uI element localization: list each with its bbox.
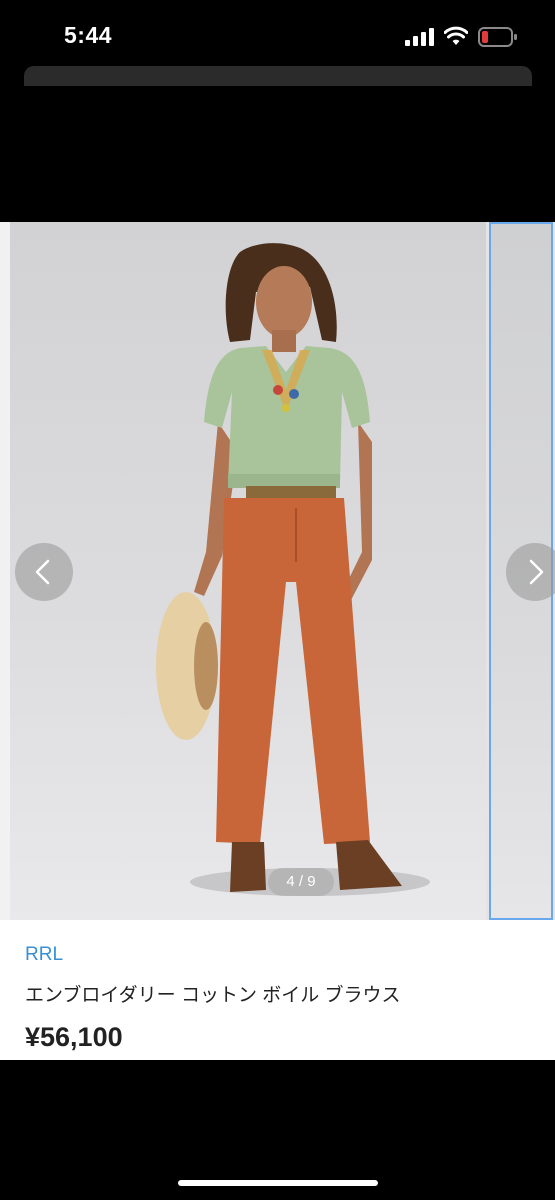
chevron-right-icon (529, 559, 544, 585)
product-price: ¥56,100 (25, 1022, 123, 1052)
brand-link[interactable]: RRL (25, 944, 63, 966)
signal-icon (405, 28, 434, 46)
previous-image-button[interactable] (15, 543, 73, 601)
next-image-button[interactable] (506, 543, 555, 601)
image-counter: 4 / 9 (268, 868, 334, 896)
previous-slide[interactable] (0, 222, 10, 920)
product-photo[interactable]: 4 / 9 (10, 222, 486, 920)
status-bar: 5:44 (0, 0, 555, 70)
status-time: 5:44 (64, 22, 113, 48)
sheet-grabber[interactable] (24, 66, 532, 86)
home-indicator[interactable] (178, 1180, 378, 1186)
image-gallery[interactable]: 4 / 9 (0, 222, 555, 920)
model-photo (156, 243, 430, 896)
battery-low-icon (478, 27, 517, 47)
product-name: エンブロイダリー コットン ボイル ブラウス (25, 985, 401, 1006)
chevron-left-icon (35, 559, 50, 585)
wifi-icon (444, 26, 468, 45)
product-page: 4 / 9 RRL エンブロイダリー コットン ボイル ブラウス ¥56,100 (0, 222, 555, 1060)
